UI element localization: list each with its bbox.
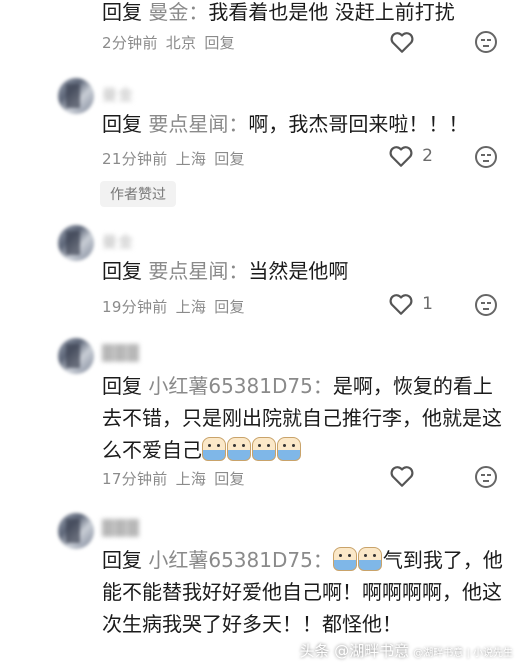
comment-body[interactable]: 回复 小红薯65381D75：是啊，恢复的看上去不错，只是刚出院就自己推行李，他… bbox=[102, 370, 512, 466]
avatar[interactable] bbox=[58, 513, 94, 549]
comment-body[interactable]: 回复 要点星闻：当然是他啊 bbox=[102, 255, 512, 287]
like-count: 2 bbox=[422, 146, 433, 166]
reply-button[interactable]: 回复 bbox=[204, 34, 235, 52]
reply-word: 回复 bbox=[102, 112, 142, 136]
timestamp: 17分钟前 bbox=[102, 470, 168, 488]
comment-body[interactable]: 回复 曼金：我看着也是他 没赶上前打扰 bbox=[102, 0, 512, 28]
comment-meta: 19分钟前 上海 回复 bbox=[102, 296, 253, 317]
watermark: 头条 @湖畔书意 @湖畔书意 | 小说先生 bbox=[299, 640, 513, 661]
timestamp: 19分钟前 bbox=[102, 298, 168, 316]
comment-body[interactable]: 回复 要点星闻：啊，我杰哥回来啦！！！ bbox=[102, 108, 512, 140]
reply-button[interactable]: 回复 bbox=[214, 150, 245, 168]
reply-word: 回复 bbox=[102, 548, 142, 572]
avatar[interactable] bbox=[58, 225, 94, 261]
location: 北京 bbox=[165, 34, 197, 52]
crying-emoji-icon bbox=[357, 547, 382, 571]
frown-face-icon[interactable] bbox=[475, 31, 497, 53]
emoji-group bbox=[332, 547, 383, 572]
reply-target[interactable]: 要点星闻： bbox=[148, 112, 248, 136]
reply-button[interactable]: 回复 bbox=[214, 470, 245, 488]
emoji-group bbox=[202, 437, 302, 462]
crying-emoji-icon bbox=[332, 547, 357, 571]
crying-emoji-icon bbox=[202, 437, 226, 461]
reply-button[interactable]: 回复 bbox=[214, 298, 245, 316]
comment-meta: 17分钟前 上海 回复 bbox=[102, 468, 253, 489]
reply-word: 回复 bbox=[102, 374, 142, 398]
like-count: 1 bbox=[422, 294, 433, 314]
comment-text: 啊，我杰哥回来啦！！！ bbox=[248, 112, 469, 136]
avatar[interactable] bbox=[58, 338, 94, 374]
username[interactable]: 曼金 bbox=[102, 84, 134, 105]
crying-emoji-icon bbox=[227, 437, 251, 461]
crying-emoji-icon bbox=[252, 437, 276, 461]
frown-face-icon[interactable] bbox=[475, 466, 497, 488]
comment-meta: 2分钟前 北京 回复 bbox=[102, 32, 243, 53]
crying-emoji-icon bbox=[277, 437, 301, 461]
location: 上海 bbox=[175, 150, 207, 168]
timestamp: 21分钟前 bbox=[102, 150, 168, 168]
like-button[interactable] bbox=[389, 28, 433, 56]
avatar[interactable] bbox=[58, 78, 94, 114]
like-button[interactable]: 1 bbox=[388, 290, 433, 318]
username[interactable]: ███ bbox=[102, 519, 140, 537]
location: 上海 bbox=[175, 298, 207, 316]
comment-text: 我看着也是他 没赶上前打扰 bbox=[208, 0, 455, 24]
username[interactable]: ███ bbox=[102, 344, 140, 362]
comment-body[interactable]: 回复 小红薯65381D75： 气到我了，他能不能替我好好爱他自己啊！啊啊啊啊，他… bbox=[102, 544, 512, 640]
reply-target[interactable]: 小红薯65381D75： bbox=[148, 548, 332, 572]
heart-icon bbox=[390, 466, 414, 487]
heart-icon bbox=[390, 32, 414, 53]
heart-icon bbox=[389, 294, 413, 315]
timestamp: 2分钟前 bbox=[102, 34, 158, 52]
comment-text: 当然是他啊 bbox=[248, 259, 349, 283]
reply-word: 回复 bbox=[102, 0, 142, 24]
like-button[interactable] bbox=[389, 462, 433, 490]
like-button[interactable]: 2 bbox=[388, 142, 433, 170]
frown-face-icon[interactable] bbox=[475, 294, 497, 316]
author-liked-badge: 作者赞过 bbox=[100, 181, 176, 207]
frown-face-icon[interactable] bbox=[475, 146, 497, 168]
watermark-main: 头条 @湖畔书意 bbox=[299, 642, 410, 660]
reply-word: 回复 bbox=[102, 259, 142, 283]
reply-target[interactable]: 要点星闻： bbox=[148, 259, 248, 283]
heart-icon bbox=[389, 146, 413, 167]
reply-target[interactable]: 小红薯65381D75： bbox=[148, 374, 332, 398]
location: 上海 bbox=[175, 470, 207, 488]
reply-target[interactable]: 曼金： bbox=[148, 0, 208, 24]
watermark-sub: @湖畔书意 | 小说先生 bbox=[413, 648, 513, 659]
username[interactable]: 曼金 bbox=[102, 231, 134, 252]
comment-meta: 21分钟前 上海 回复 bbox=[102, 148, 253, 169]
